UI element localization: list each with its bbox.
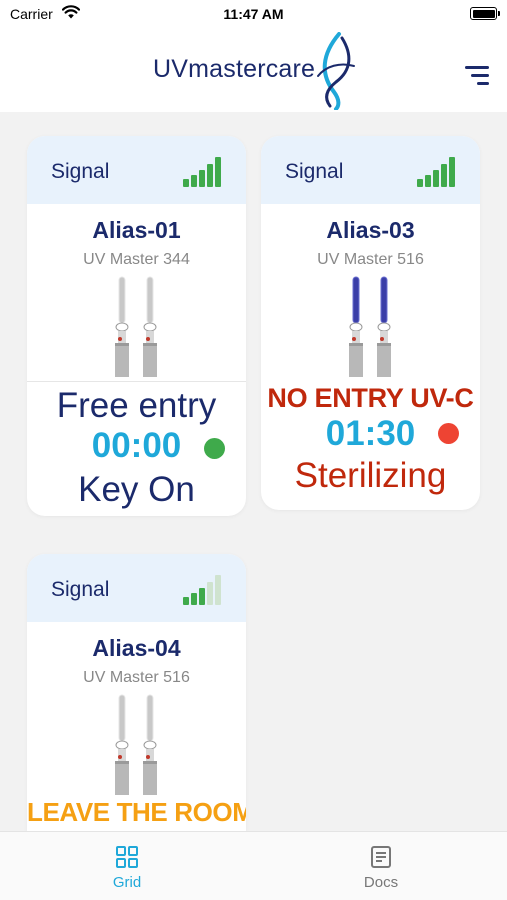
- tab-docs-label: Docs: [363, 874, 399, 891]
- uv-lamp: [143, 694, 157, 795]
- uv-lamps-image: [261, 275, 480, 381]
- device-card[interactable]: Signal Alias-03 UV Master 516 NO ENTRY U…: [261, 136, 480, 510]
- signal-bar: [433, 170, 439, 187]
- signal-bar: [207, 164, 213, 187]
- signal-strength-icon: [183, 155, 223, 187]
- device-model: UV Master 344: [83, 251, 190, 268]
- device-status: Key On: [78, 470, 195, 509]
- signal-strength-icon: [417, 155, 457, 187]
- signal-header: Signal: [261, 136, 480, 204]
- grid-icon: [116, 846, 138, 868]
- device-card[interactable]: Signal Alias-04 UV Master 516 LEAVE THE …: [27, 554, 246, 831]
- entry-state: LEAVE THE ROOM: [27, 797, 246, 827]
- signal-bar: [191, 593, 197, 605]
- signal-bar: [417, 179, 423, 187]
- tab-grid-label: Grid: [112, 874, 142, 891]
- uv-lamps-image: [27, 275, 246, 381]
- tab-docs[interactable]: Docs: [254, 832, 507, 900]
- battery-icon: [470, 7, 500, 20]
- logo-icon: [317, 32, 355, 110]
- device-alias: Alias-03: [326, 217, 415, 243]
- device-alias: Alias-01: [92, 217, 181, 243]
- signal-label: Signal: [51, 160, 110, 183]
- signal-bar: [183, 597, 189, 605]
- entry-state: NO ENTRY UV-C: [267, 383, 474, 413]
- app-header: UVmastercare: [0, 28, 507, 112]
- uv-lamp: [349, 276, 363, 377]
- device-status: Sterilizing: [294, 456, 447, 495]
- signal-label: Signal: [285, 160, 344, 183]
- device-card[interactable]: Signal Alias-01 UV Master 344 Free entry…: [27, 136, 246, 516]
- signal-header: Signal: [27, 554, 246, 622]
- device-alias: Alias-04: [92, 635, 181, 661]
- device-model: UV Master 516: [317, 251, 424, 268]
- entry-state: Free entry: [56, 386, 217, 425]
- uv-lamp: [143, 276, 157, 377]
- signal-bar: [449, 157, 455, 187]
- menu-button[interactable]: [463, 66, 489, 86]
- status-bar: Carrier 11:47 AM: [0, 0, 507, 28]
- tab-bar: Grid Docs: [0, 831, 507, 900]
- docs-icon: [371, 846, 391, 868]
- status-time: 11:47 AM: [223, 6, 284, 22]
- signal-bar: [191, 175, 197, 187]
- device-model: UV Master 516: [83, 669, 190, 686]
- signal-bar: [215, 157, 221, 187]
- signal-label: Signal: [51, 578, 110, 601]
- uv-lamp: [377, 276, 391, 377]
- signal-strength-icon: [183, 573, 223, 605]
- signal-bar: [199, 170, 205, 187]
- status-indicator: [438, 423, 459, 444]
- brand-name: UVmastercare: [153, 55, 316, 83]
- signal-bar: [183, 179, 189, 187]
- signal-bar: [199, 588, 205, 605]
- tab-grid[interactable]: Grid: [0, 832, 254, 900]
- signal-bar: [215, 575, 221, 605]
- uv-lamp: [115, 276, 129, 377]
- signal-header: Signal: [27, 136, 246, 204]
- signal-bar: [207, 582, 213, 605]
- status-indicator: [204, 438, 225, 459]
- signal-bar: [425, 175, 431, 187]
- uv-lamp: [115, 694, 129, 795]
- uv-lamps-image: [27, 693, 246, 799]
- signal-bar: [441, 164, 447, 187]
